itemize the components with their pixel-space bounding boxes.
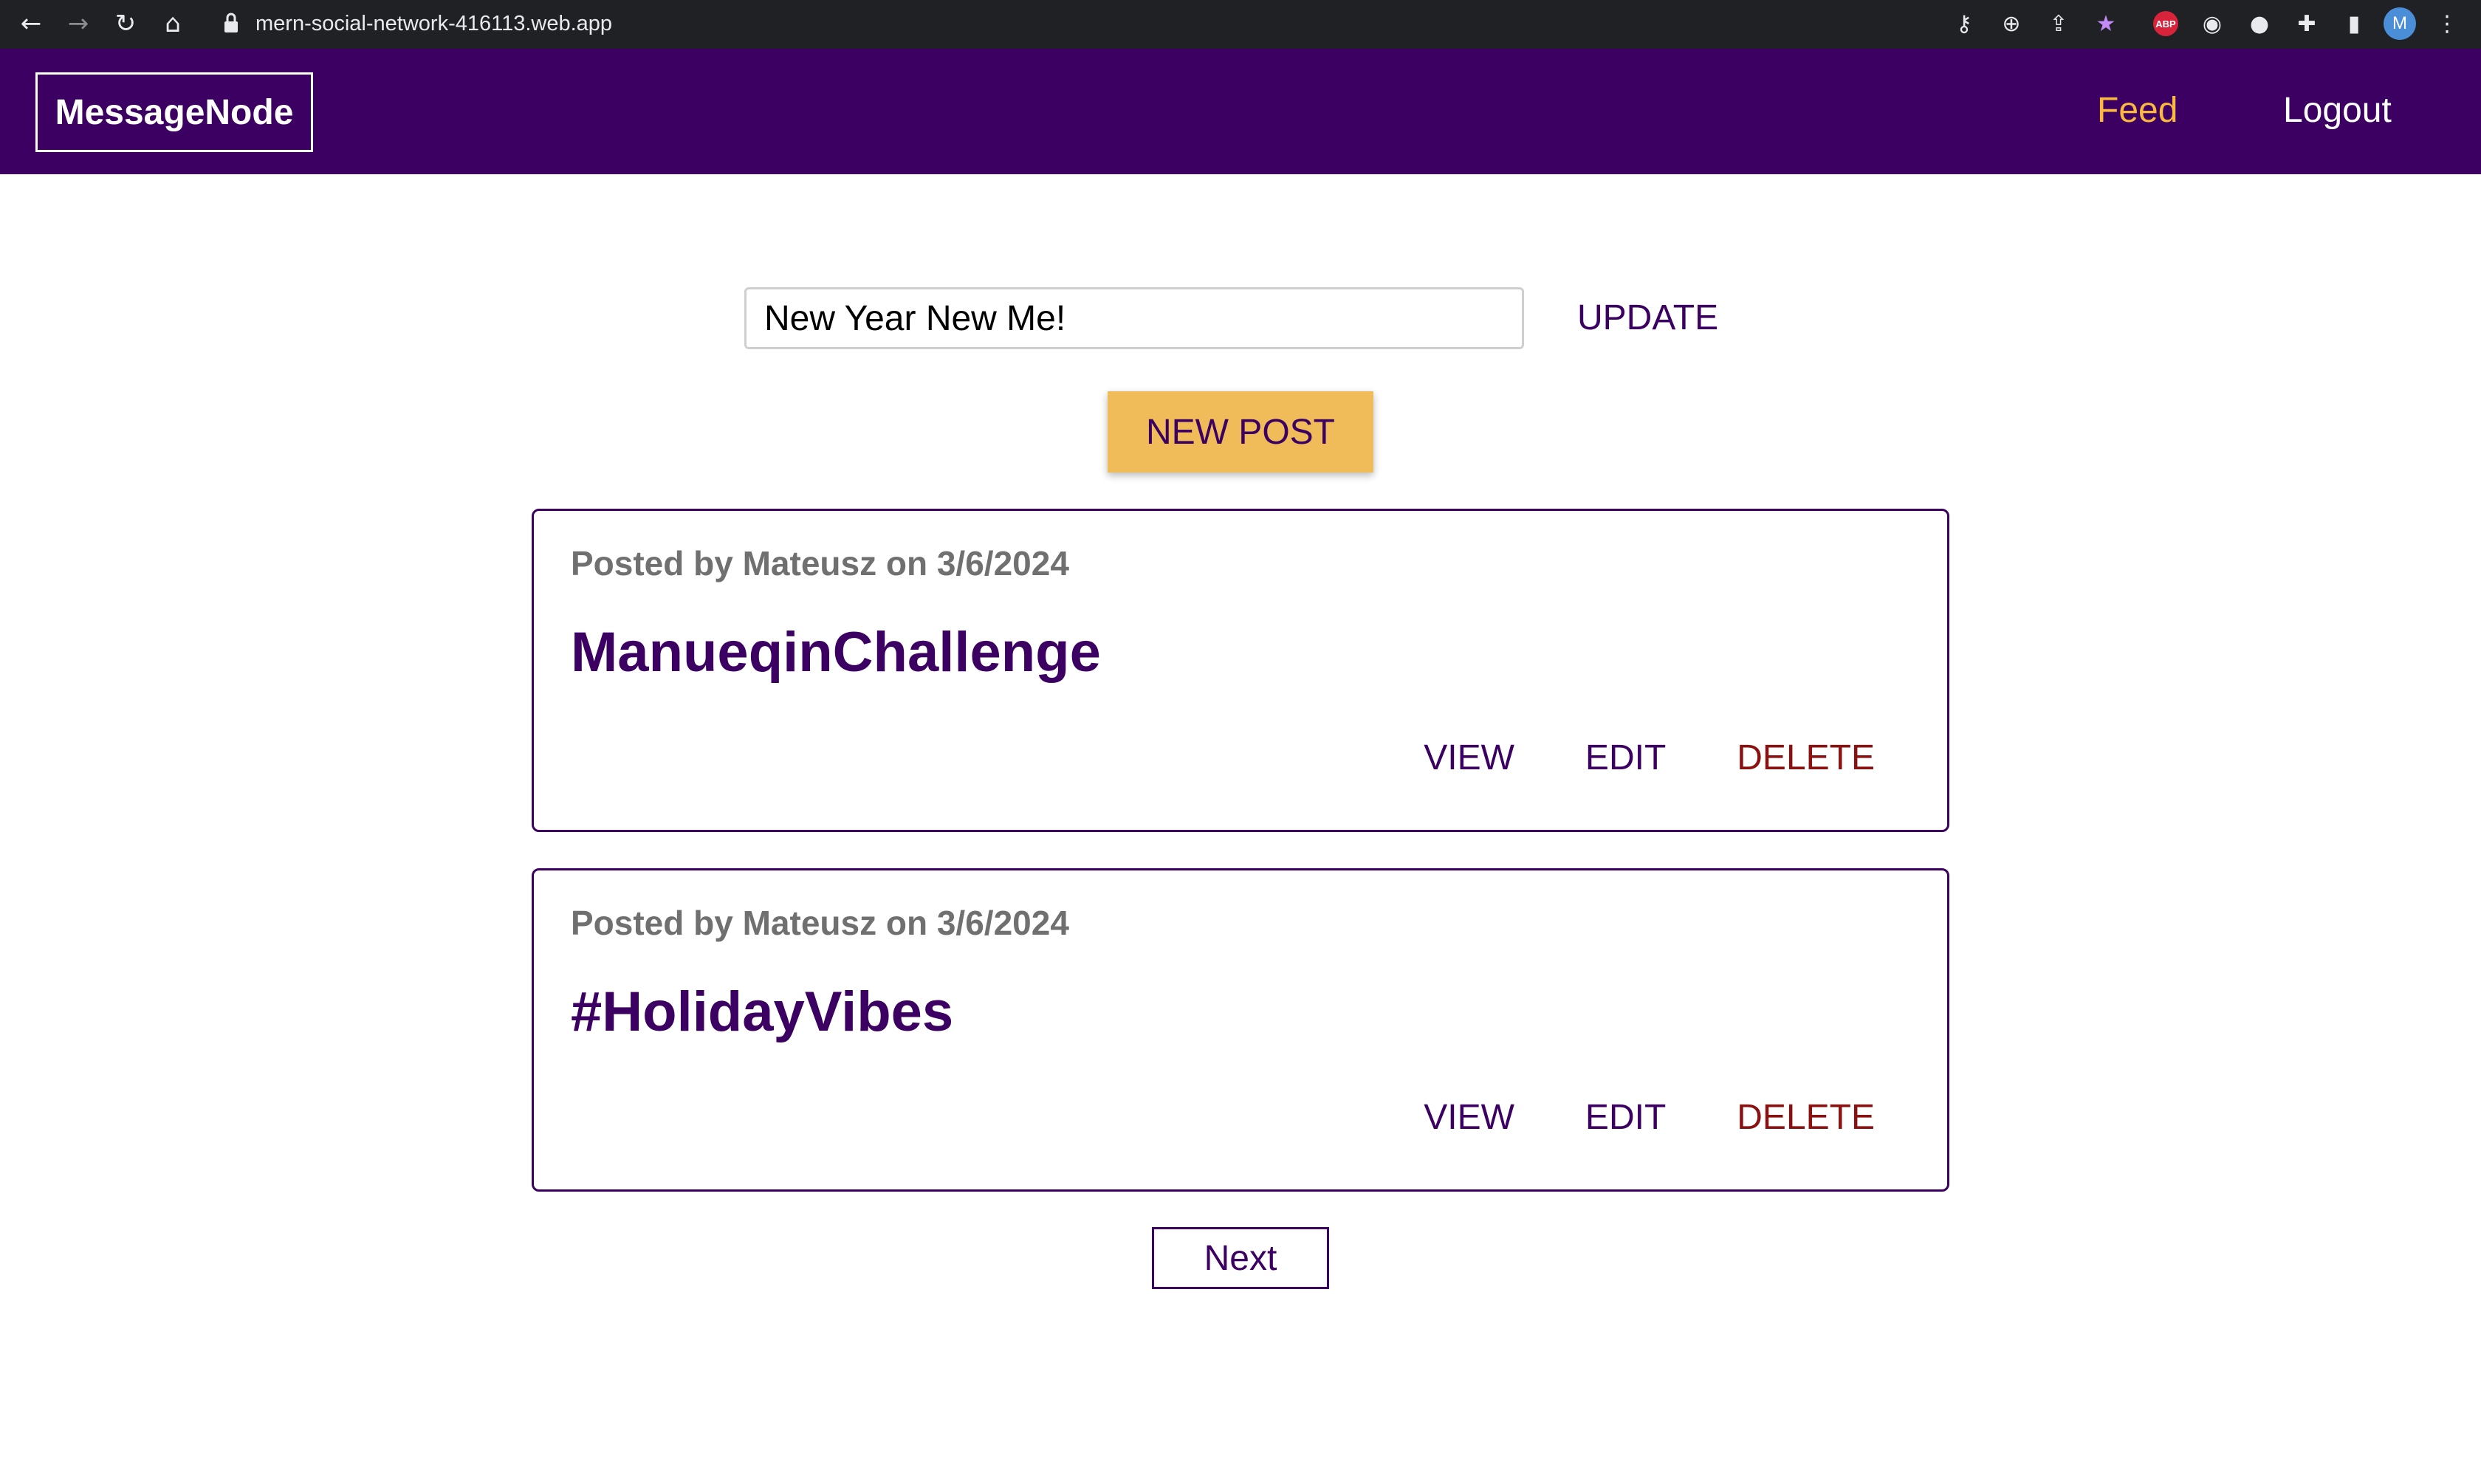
next-page-button[interactable]: Next	[1152, 1227, 1329, 1289]
forward-icon[interactable]: →	[62, 7, 95, 40]
post-title: ManueqinChallenge	[571, 621, 1101, 684]
lock-icon	[224, 13, 238, 32]
post-title: #HolidayVibes	[571, 980, 954, 1043]
logo[interactable]: MessageNode	[35, 72, 313, 152]
reload-icon[interactable]: ↻	[109, 7, 142, 40]
edit-post-button[interactable]: EDIT	[1585, 1092, 1666, 1144]
share-icon[interactable]: ⇪	[2044, 9, 2073, 38]
profile-avatar[interactable]: M	[2384, 7, 2416, 40]
delete-post-button[interactable]: DELETE	[1737, 732, 1875, 784]
extension-owl-icon[interactable]: ◉	[2197, 9, 2227, 38]
back-icon[interactable]: ←	[15, 7, 47, 40]
status-input[interactable]	[744, 287, 1524, 349]
post-actions: VIEW EDIT DELETE	[1424, 732, 1875, 784]
side-panel-icon[interactable]: ▮	[2339, 9, 2369, 38]
browser-toolbar: ← → ↻ ⌂ mern-social-network-416113.web.a…	[0, 0, 2481, 49]
extensions-puzzle-icon[interactable]: ✚	[2292, 9, 2322, 38]
bookmark-star-icon[interactable]: ★	[2091, 9, 2121, 38]
url-text[interactable]: mern-social-network-416113.web.app	[255, 9, 612, 38]
zoom-icon[interactable]: ⊕	[1997, 9, 2026, 38]
home-icon[interactable]: ⌂	[157, 7, 189, 40]
nav-logout-link[interactable]: Logout	[2283, 90, 2392, 131]
nav-feed-link[interactable]: Feed	[2097, 90, 2178, 131]
delete-post-button[interactable]: DELETE	[1737, 1092, 1875, 1144]
menu-kebab-icon[interactable]: ⋮	[2432, 9, 2462, 38]
view-post-button[interactable]: VIEW	[1424, 1092, 1514, 1144]
edit-post-button[interactable]: EDIT	[1585, 732, 1666, 784]
view-post-button[interactable]: VIEW	[1424, 732, 1514, 784]
new-post-button[interactable]: NEW POST	[1108, 391, 1373, 473]
extension-circle-icon[interactable]: ●	[2245, 9, 2274, 38]
post-card: Posted by Mateusz on 3/6/2024 #HolidayVi…	[532, 868, 1949, 1192]
post-meta: Posted by Mateusz on 3/6/2024	[571, 904, 1069, 942]
app-header: MessageNode Feed Logout	[0, 49, 2481, 174]
post-meta: Posted by Mateusz on 3/6/2024	[571, 544, 1069, 583]
post-card: Posted by Mateusz on 3/6/2024 ManueqinCh…	[532, 509, 1949, 832]
post-actions: VIEW EDIT DELETE	[1424, 1092, 1875, 1144]
update-status-button[interactable]: UPDATE	[1558, 292, 1737, 344]
adblock-extension-icon[interactable]: ABP	[2153, 11, 2178, 36]
key-icon[interactable]: ⚷	[1949, 9, 1979, 38]
